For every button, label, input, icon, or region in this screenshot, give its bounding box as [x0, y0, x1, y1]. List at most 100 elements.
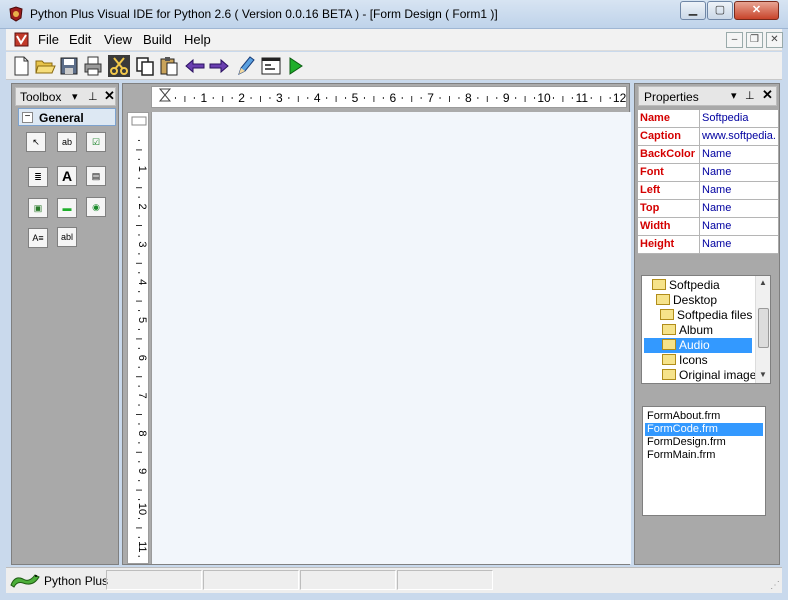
scroll-down-icon[interactable]: ▼: [759, 370, 767, 379]
property-value[interactable]: Name: [700, 200, 778, 217]
tree-item-icons[interactable]: Icons: [662, 353, 710, 368]
property-value[interactable]: Name: [700, 146, 778, 163]
ruler-top-ticks: 1 2 3 4 5 6 7 8 9 10 11 12: [158, 88, 627, 105]
property-row-left[interactable]: Left Name: [638, 182, 778, 200]
edit-pencil-icon[interactable]: [234, 55, 256, 77]
property-row-font[interactable]: Font Name: [638, 164, 778, 182]
property-value[interactable]: www.softpedia.: [700, 128, 778, 145]
status-pane: [397, 570, 493, 590]
ruler-number: 9: [503, 91, 510, 105]
property-row-caption[interactable]: Caption www.softpedia.: [638, 128, 778, 146]
checkbox-tool-icon[interactable]: ☑: [86, 132, 106, 152]
tree-item-softpedia-files[interactable]: Softpedia files: [660, 308, 754, 323]
ruler-number: 5: [352, 91, 359, 105]
design-surface[interactable]: [151, 112, 631, 564]
property-value[interactable]: Name: [700, 164, 778, 181]
menu-build[interactable]: Build: [143, 32, 172, 47]
python-snake-icon: [10, 574, 40, 588]
minimize-button[interactable]: ▁: [680, 1, 706, 20]
back-arrow-icon[interactable]: [184, 55, 206, 77]
tree-scrollbar[interactable]: ▲ ▼: [755, 276, 770, 383]
status-pane: [106, 570, 202, 590]
scroll-thumb[interactable]: [758, 308, 769, 348]
properties-pin-icon[interactable]: ⊥: [745, 89, 755, 102]
entry-tool-icon[interactable]: abl: [57, 227, 77, 247]
menu-file[interactable]: File: [38, 32, 59, 47]
ruler-number: 10: [136, 503, 148, 515]
property-value[interactable]: Name: [700, 218, 778, 235]
textbox-tool-icon[interactable]: ab: [57, 132, 77, 152]
document-icon[interactable]: [14, 32, 30, 47]
copy-icon[interactable]: [134, 55, 156, 77]
window-title: Python Plus Visual IDE for Python 2.6 ( …: [30, 7, 498, 21]
folder-icon: [662, 354, 676, 365]
property-row-width[interactable]: Width Name: [638, 218, 778, 236]
mdi-minimize-button[interactable]: –: [726, 32, 743, 48]
close-button[interactable]: ✕: [734, 1, 779, 20]
image-tool-icon[interactable]: ▣: [28, 198, 48, 218]
file-item-formdesign[interactable]: FormDesign.frm: [645, 436, 763, 449]
properties-dropdown-icon[interactable]: ▾: [731, 89, 737, 102]
mdi-close-button[interactable]: ✕: [766, 32, 783, 48]
property-name: Height: [638, 236, 700, 253]
file-list: FormAbout.frm FormCode.frm FormDesign.fr…: [642, 406, 766, 516]
toolbox-dropdown-icon[interactable]: ▾: [72, 90, 78, 103]
ruler-number: 11: [136, 541, 148, 552]
cut-icon[interactable]: [108, 55, 130, 77]
folder-tree: Softpedia Desktop Softpedia files Album …: [641, 275, 771, 384]
property-value[interactable]: Softpedia: [700, 110, 778, 127]
forward-arrow-icon[interactable]: [208, 55, 230, 77]
richtext-tool-icon[interactable]: A≡: [28, 228, 48, 248]
pointer-tool-icon[interactable]: ↖: [26, 132, 46, 152]
print-icon[interactable]: [82, 55, 104, 77]
menu-edit[interactable]: Edit: [69, 32, 91, 47]
ruler-number: 8: [136, 430, 148, 436]
property-value[interactable]: Name: [700, 182, 778, 199]
progressbar-tool-icon[interactable]: ▬: [57, 198, 77, 218]
listbox-tool-icon[interactable]: ≣: [28, 167, 48, 187]
property-name: Font: [638, 164, 700, 181]
file-item-formcode[interactable]: FormCode.frm: [645, 423, 763, 436]
property-row-backcolor[interactable]: BackColor Name: [638, 146, 778, 164]
property-row-top[interactable]: Top Name: [638, 200, 778, 218]
property-row-height[interactable]: Height Name: [638, 236, 778, 254]
app-icon: [9, 6, 23, 22]
status-pane: [203, 570, 299, 590]
tree-item-original-images[interactable]: Original images: [662, 368, 764, 383]
toolbox-group-general[interactable]: − General: [18, 108, 116, 126]
property-name: BackColor: [638, 146, 700, 163]
tree-item-desktop[interactable]: Desktop: [656, 293, 719, 308]
radiobutton-tool-icon[interactable]: ◉: [86, 197, 106, 217]
mdi-restore-button[interactable]: ❐: [746, 32, 763, 48]
tree-item-softpedia[interactable]: Softpedia: [652, 278, 722, 293]
ruler-number: 2: [136, 204, 148, 210]
label-tool-icon[interactable]: A: [57, 166, 77, 186]
run-icon[interactable]: [284, 55, 306, 77]
tree-item-album[interactable]: Album: [662, 323, 715, 338]
combobox-tool-icon[interactable]: ▤: [86, 166, 106, 186]
open-folder-icon[interactable]: [34, 55, 56, 77]
ruler-number: 2: [238, 91, 245, 105]
property-row-name[interactable]: Name Softpedia: [638, 110, 778, 128]
tree-item-label: Original images: [679, 368, 763, 382]
ruler-corner: [127, 86, 149, 108]
menu-view[interactable]: View: [104, 32, 132, 47]
form-window-icon[interactable]: [260, 55, 282, 77]
property-value[interactable]: Name: [700, 236, 778, 253]
menu-help[interactable]: Help: [184, 32, 211, 47]
toolbox-pin-icon[interactable]: ⊥: [88, 90, 98, 103]
title-bar: Python Plus Visual IDE for Python 2.6 ( …: [0, 0, 788, 29]
scroll-up-icon[interactable]: ▲: [759, 278, 767, 287]
properties-close-icon[interactable]: ✕: [762, 87, 773, 103]
paste-icon[interactable]: [158, 55, 180, 77]
maximize-button[interactable]: ▢: [707, 1, 733, 20]
collapse-icon[interactable]: −: [22, 112, 33, 123]
file-item-formmain[interactable]: FormMain.frm: [645, 449, 763, 462]
toolbox-close-icon[interactable]: ✕: [104, 88, 115, 104]
save-icon[interactable]: [58, 55, 80, 77]
tree-item-audio[interactable]: Audio: [644, 338, 752, 353]
ruler-number: 6: [389, 91, 396, 105]
file-item-formabout[interactable]: FormAbout.frm: [645, 410, 763, 423]
new-file-icon[interactable]: [10, 55, 32, 77]
resize-grip-icon[interactable]: ⋰: [770, 580, 780, 591]
